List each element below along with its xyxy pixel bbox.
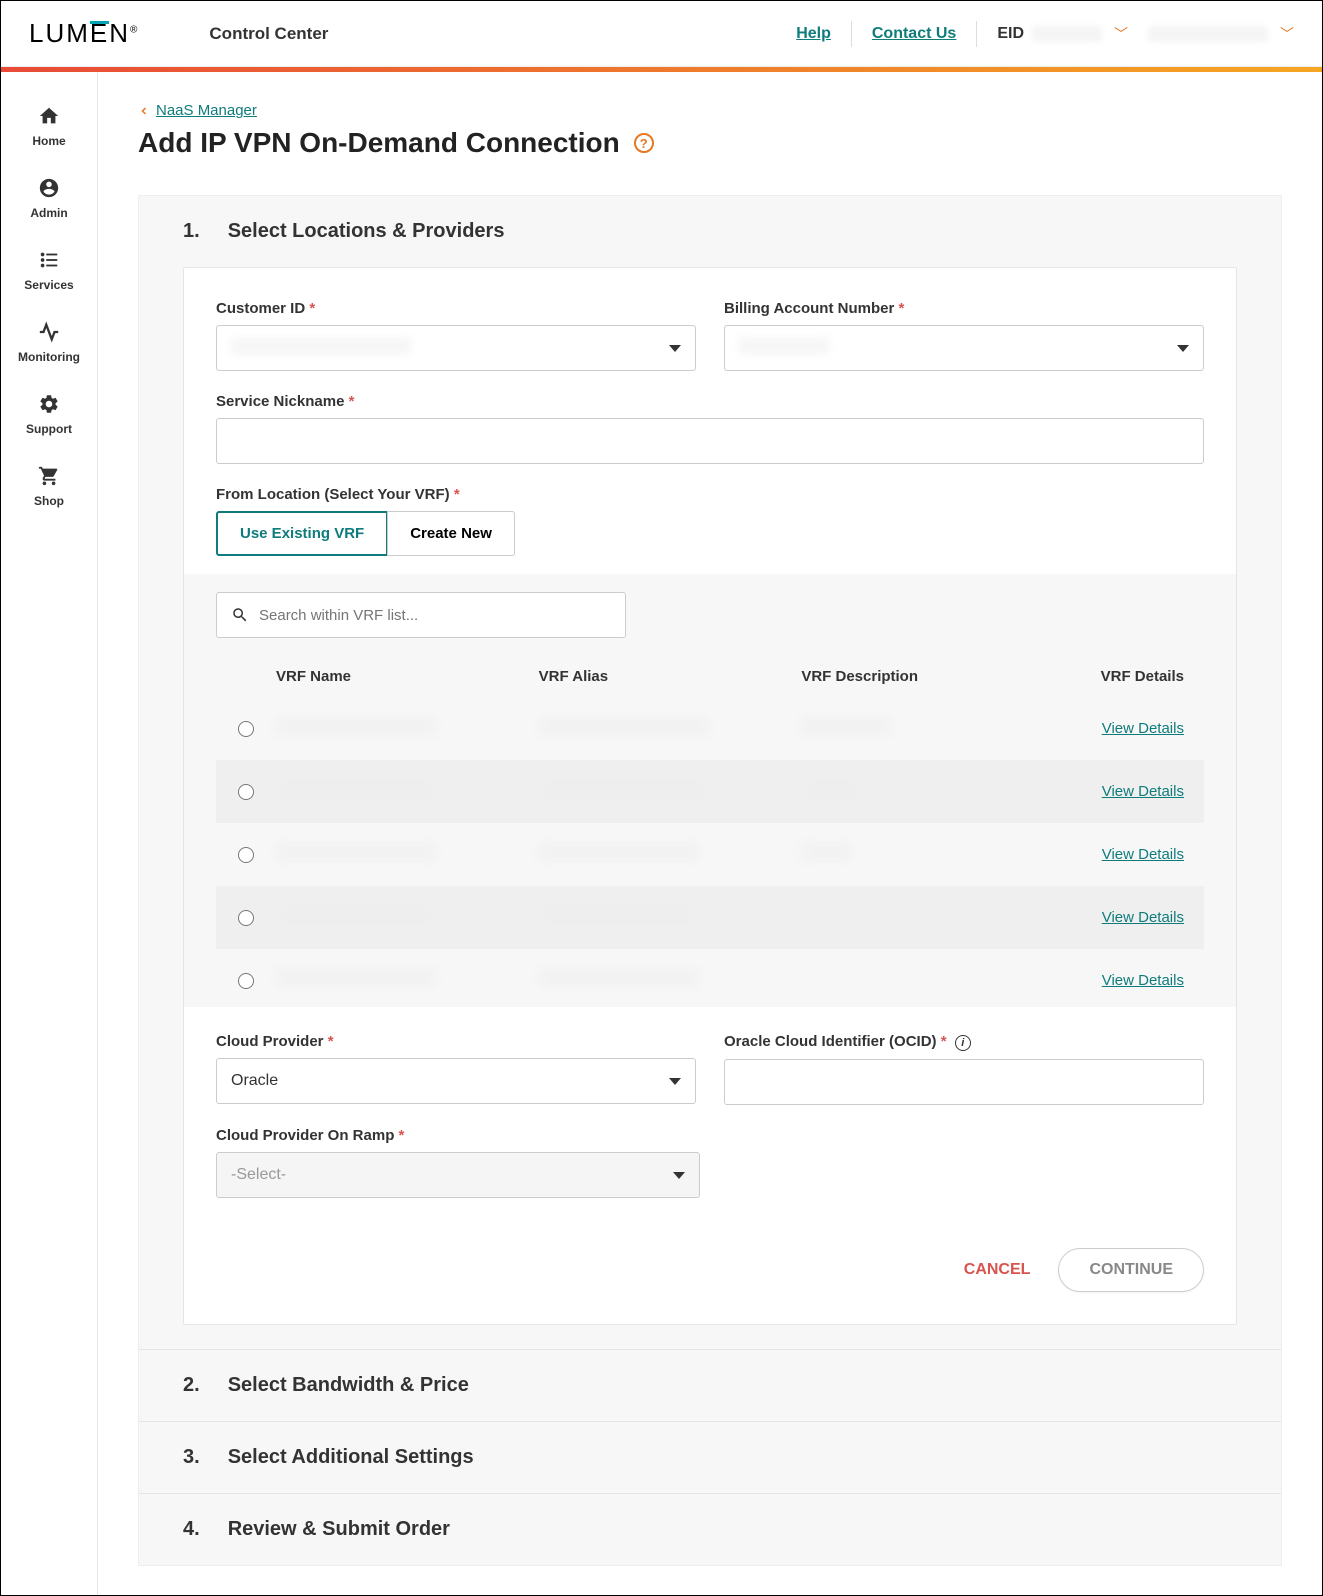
view-details-link[interactable]: View Details <box>1064 972 1204 989</box>
help-icon[interactable]: ? <box>634 133 654 153</box>
eid-dropdown[interactable]: EID ﹀ <box>997 24 1128 44</box>
customer-id-label: Customer ID * <box>216 300 696 317</box>
billing-label: Billing Account Number * <box>724 300 1204 317</box>
chevron-left-icon <box>138 105 150 117</box>
vrf-search-input[interactable] <box>259 607 611 624</box>
chevron-down-icon <box>669 345 681 352</box>
search-icon <box>231 606 249 624</box>
chevron-down-icon: ﹀ <box>1280 24 1294 44</box>
sidebar-item-support[interactable]: Support <box>1 378 97 450</box>
app-title: Control Center <box>209 24 328 44</box>
user-dropdown[interactable]: ﹀ <box>1148 24 1294 44</box>
nickname-input[interactable] <box>216 418 1204 464</box>
vrf-radio[interactable] <box>238 847 254 863</box>
main-content: NaaS Manager Add IP VPN On-Demand Connec… <box>98 72 1322 1595</box>
list-icon <box>37 248 61 272</box>
chevron-down-icon <box>673 1172 685 1179</box>
cloud-provider-label: Cloud Provider * <box>216 1033 696 1050</box>
step-1: 1. Select Locations & Providers Customer… <box>139 196 1281 1350</box>
vrf-section: VRF Name VRF Alias VRF Description VRF D… <box>184 574 1236 1007</box>
vrf-radio[interactable] <box>238 784 254 800</box>
sidebar-item-home[interactable]: Home <box>1 90 97 162</box>
cloud-provider-select[interactable]: Oracle <box>216 1058 696 1104</box>
breadcrumb-back[interactable]: NaaS Manager <box>138 102 1282 119</box>
view-details-link[interactable]: View Details <box>1064 783 1204 800</box>
vrf-radio[interactable] <box>238 910 254 926</box>
cart-icon <box>37 464 61 488</box>
sidebar-item-services[interactable]: Services <box>1 234 97 306</box>
ocid-input[interactable] <box>724 1059 1204 1105</box>
ocid-label: Oracle Cloud Identifier (OCID) * i <box>724 1033 1204 1051</box>
home-icon <box>37 104 61 128</box>
nickname-label: Service Nickname * <box>216 393 1204 410</box>
help-link[interactable]: Help <box>796 25 831 43</box>
toggle-create-new[interactable]: Create New <box>387 511 515 556</box>
sidebar: Home Admin Services Monitoring Support S… <box>1 72 98 1595</box>
customer-id-select[interactable] <box>216 325 696 371</box>
chevron-down-icon: ﹀ <box>1114 24 1128 44</box>
chevron-down-icon <box>669 1078 681 1085</box>
toggle-use-existing[interactable]: Use Existing VRF <box>216 511 388 556</box>
page-title: Add IP VPN On-Demand Connection <box>138 127 620 159</box>
step-3[interactable]: 3. Select Additional Settings <box>139 1422 1281 1494</box>
view-details-link[interactable]: View Details <box>1064 846 1204 863</box>
step-4[interactable]: 4. Review & Submit Order <box>139 1494 1281 1565</box>
table-row[interactable]: View Details <box>216 697 1204 760</box>
gear-icon <box>37 392 61 416</box>
table-row[interactable]: View Details <box>216 886 1204 949</box>
divider <box>851 21 852 47</box>
sidebar-item-admin[interactable]: Admin <box>1 162 97 234</box>
cancel-button[interactable]: CANCEL <box>964 1261 1031 1279</box>
info-icon[interactable]: i <box>955 1035 971 1051</box>
sidebar-item-shop[interactable]: Shop <box>1 450 97 522</box>
continue-button[interactable]: CONTINUE <box>1058 1248 1204 1292</box>
onramp-label: Cloud Provider On Ramp * <box>216 1127 700 1144</box>
from-location-label: From Location (Select Your VRF) * <box>216 486 1204 503</box>
table-row[interactable]: View Details <box>216 949 1204 1007</box>
vrf-rows[interactable]: View Details View Details <box>216 697 1204 1007</box>
vrf-radio[interactable] <box>238 973 254 989</box>
user-circle-icon <box>37 176 61 200</box>
contact-link[interactable]: Contact Us <box>872 25 956 43</box>
table-row[interactable]: View Details <box>216 823 1204 886</box>
vrf-table-header: VRF Name VRF Alias VRF Description VRF D… <box>216 656 1204 697</box>
vrf-radio[interactable] <box>238 721 254 737</box>
logo: LUMEN® <box>29 18 139 49</box>
chevron-down-icon <box>1177 345 1189 352</box>
activity-icon <box>37 320 61 344</box>
app-header: LUMEN® Control Center Help Contact Us EI… <box>1 1 1322 67</box>
sidebar-item-monitoring[interactable]: Monitoring <box>1 306 97 378</box>
divider <box>976 21 977 47</box>
table-row[interactable]: View Details <box>216 760 1204 823</box>
view-details-link[interactable]: View Details <box>1064 720 1204 737</box>
wizard: 1. Select Locations & Providers Customer… <box>138 195 1282 1566</box>
billing-select[interactable] <box>724 325 1204 371</box>
onramp-select[interactable]: -Select- <box>216 1152 700 1198</box>
view-details-link[interactable]: View Details <box>1064 909 1204 926</box>
vrf-search[interactable] <box>216 592 626 638</box>
step-2[interactable]: 2. Select Bandwidth & Price <box>139 1350 1281 1422</box>
